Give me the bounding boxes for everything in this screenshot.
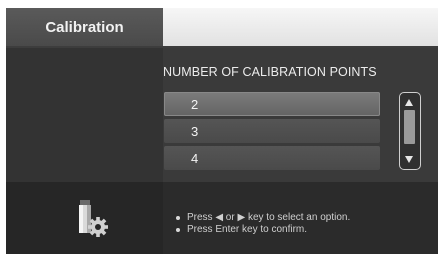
footer-panel: Press ◀ or ▶ key to select an option. Pr…: [6, 182, 438, 254]
calibration-screen: Calibration NUMBER OF CALIBRATION POINTS…: [6, 8, 438, 254]
options-scrollbar[interactable]: [399, 92, 421, 170]
main-left-panel: [6, 48, 163, 182]
scroll-down-arrow-icon[interactable]: [405, 156, 413, 163]
scroll-up-arrow-icon[interactable]: [405, 99, 413, 106]
hint-list: Press ◀ or ▶ key to select an option. Pr…: [176, 212, 350, 236]
hint-confirm: Press Enter key to confirm.: [176, 224, 350, 236]
option-2[interactable]: 2: [164, 92, 380, 116]
calibration-points-heading: NUMBER OF CALIBRATION POINTS: [163, 65, 377, 79]
option-3[interactable]: 3: [164, 119, 380, 143]
option-4[interactable]: 4: [164, 146, 380, 170]
title-bar: [163, 8, 438, 46]
calibration-device-gear-icon: [79, 200, 108, 237]
scroll-thumb[interactable]: [404, 110, 415, 144]
page-title: Calibration: [6, 8, 163, 46]
hint-select: Press ◀ or ▶ key to select an option.: [176, 212, 350, 224]
footer-left-panel: [6, 182, 163, 254]
